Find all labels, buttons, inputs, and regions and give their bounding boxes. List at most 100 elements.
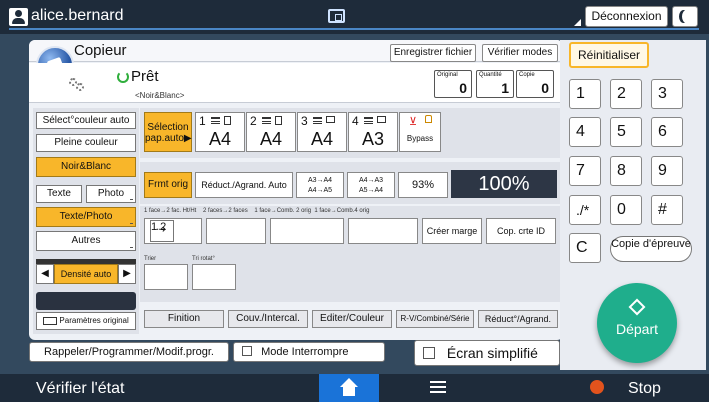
tray-number: 3: [301, 114, 308, 128]
corner-indicator-icon: [574, 19, 581, 26]
key-hash[interactable]: #: [651, 195, 683, 225]
tray-3-button[interactable]: 3 A4: [297, 112, 347, 152]
rotate-sort-button[interactable]: [192, 264, 236, 290]
original-settings-icon: [43, 316, 58, 325]
status-text: Prêt: [131, 68, 159, 85]
text-photo-mode-button[interactable]: Texte/Photo: [36, 207, 136, 227]
sort-button[interactable]: [144, 264, 188, 290]
energy-saver-icon[interactable]: [672, 6, 698, 27]
quantity-counter: Quantité 1: [476, 70, 514, 98]
preset-line: A5→A4: [358, 187, 384, 194]
id-card-copy-button[interactable]: Cop. crte ID: [486, 218, 556, 244]
stop-button[interactable]: Stop: [628, 380, 661, 398]
start-icon: [628, 298, 646, 316]
layout-caption: 1 face→2 fac. Ht/Ht 2 faces→2 faces 1 fa…: [144, 208, 370, 214]
bypass-tray-button[interactable]: ⊻ Bypass: [399, 112, 441, 152]
lock-icon: [425, 115, 432, 123]
key-8[interactable]: 8: [610, 156, 642, 186]
orientation-icon: [326, 116, 335, 123]
menu-icon[interactable]: [430, 380, 446, 394]
sort-label: Trier: [144, 256, 157, 262]
tab-cover-insert[interactable]: Couv./Intercal.: [228, 310, 308, 328]
home-icon: [340, 378, 358, 387]
percent-93-button[interactable]: 93%: [398, 172, 448, 198]
proof-copy-button[interactable]: Copie d'épreuve: [610, 236, 692, 262]
clear-key[interactable]: C: [569, 233, 601, 263]
checkbox-icon: [242, 346, 252, 356]
save-file-button[interactable]: Enregistrer fichier: [390, 44, 476, 62]
simple-screen-toggle[interactable]: Écran simplifié: [414, 340, 560, 366]
key-2[interactable]: 2: [610, 79, 642, 109]
preset-line: A3→A4: [307, 177, 333, 184]
orientation-icon: [224, 116, 231, 125]
tray-number: 1: [199, 114, 206, 128]
auto-paper-select-button[interactable]: Sélection pap.auto▶: [144, 112, 192, 152]
tray-icon: [313, 117, 322, 124]
reduce-preset-button[interactable]: A3→A4 A4→A5: [296, 172, 344, 198]
paper-size: A3: [361, 129, 385, 149]
enlarge-preset-button[interactable]: A4→A3 A5→A4: [347, 172, 395, 198]
interrupt-mode-label: Mode Interrompre: [261, 346, 349, 358]
tab-reduce-enlarge[interactable]: Réduct°/Agrand.: [478, 310, 558, 328]
tray-icon: [211, 117, 220, 124]
key-4[interactable]: 4: [569, 117, 601, 147]
bypass-label: Bypass: [406, 134, 434, 143]
key-6[interactable]: 6: [651, 117, 683, 147]
text-mode-button[interactable]: Texte: [36, 185, 82, 203]
key-dot-star[interactable]: ./*: [569, 195, 601, 225]
key-9[interactable]: 9: [651, 156, 683, 186]
duplex-arrow-icon: ⇢: [156, 222, 167, 236]
other-modes-button[interactable]: Autres: [36, 231, 136, 251]
auto-reduce-enlarge-button[interactable]: Réduct./Agrand. Auto: [195, 172, 293, 198]
combine-4-button[interactable]: [348, 218, 418, 244]
tray-4-button[interactable]: 4 A3: [348, 112, 398, 152]
full-color-button[interactable]: Pleine couleur: [36, 134, 136, 152]
page-title: Copieur: [74, 42, 127, 59]
key-5[interactable]: 5: [610, 117, 642, 147]
zoom-display[interactable]: 100%: [451, 170, 557, 198]
create-margin-button[interactable]: Créer marge: [422, 218, 482, 244]
network-icon: [328, 9, 345, 23]
home-button[interactable]: [319, 374, 379, 402]
logout-button[interactable]: Déconnexion: [585, 6, 668, 27]
orientation-icon: [377, 116, 386, 123]
rotate-sort-label: Tri rotat°: [192, 256, 215, 262]
start-button[interactable]: Départ: [597, 283, 677, 363]
combine-2-button[interactable]: [270, 218, 344, 244]
density-decrease-button[interactable]: ◀: [36, 264, 54, 284]
check-status-button[interactable]: Vérifier l'état: [36, 380, 124, 398]
tray-number: 4: [352, 114, 359, 128]
preset-line: A4→A5: [307, 187, 333, 194]
tray-icon: [364, 117, 373, 124]
tray-number: 2: [250, 114, 257, 128]
preset-line: A4→A3: [358, 177, 384, 184]
reset-button[interactable]: Réinitialiser: [569, 42, 649, 68]
duplex-2to2-button[interactable]: [206, 218, 266, 244]
check-modes-button[interactable]: Vérifier modes: [482, 44, 558, 62]
top-separator: [9, 28, 699, 30]
tab-duplex-combine[interactable]: R-V/Combiné/Série: [396, 310, 474, 328]
orientation-icon: [275, 116, 282, 125]
original-settings-header: [36, 292, 136, 310]
density-auto-button[interactable]: Densité auto: [54, 264, 118, 284]
tray-1-button[interactable]: 1 A4: [195, 112, 245, 152]
ready-icon: [117, 71, 129, 83]
gears-icon: [69, 76, 85, 92]
home-icon-body: [343, 387, 355, 396]
photo-mode-button[interactable]: Photo: [86, 185, 136, 203]
key-1[interactable]: 1: [569, 79, 601, 109]
color-select-auto-button[interactable]: Sélect°couleur auto: [36, 112, 136, 129]
tab-finishing[interactable]: Finition: [144, 310, 224, 328]
original-settings-button[interactable]: Paramètres original: [36, 312, 136, 330]
interrupt-mode-button[interactable]: Mode Interrompre: [233, 342, 385, 362]
tray-2-button[interactable]: 2 A4: [246, 112, 296, 152]
full-size-button[interactable]: Frmt orig: [144, 172, 192, 198]
tab-edit-color[interactable]: Editer/Couleur: [312, 310, 392, 328]
key-0[interactable]: 0: [610, 195, 642, 225]
recall-program-button[interactable]: Rappeler/Programmer/Modif.progr.: [29, 342, 229, 362]
density-increase-button[interactable]: ▶: [118, 264, 136, 284]
original-counter: Original 0: [434, 70, 472, 98]
key-7[interactable]: 7: [569, 156, 601, 186]
key-3[interactable]: 3: [651, 79, 683, 109]
black-white-button[interactable]: Noir&Blanc: [36, 157, 136, 177]
